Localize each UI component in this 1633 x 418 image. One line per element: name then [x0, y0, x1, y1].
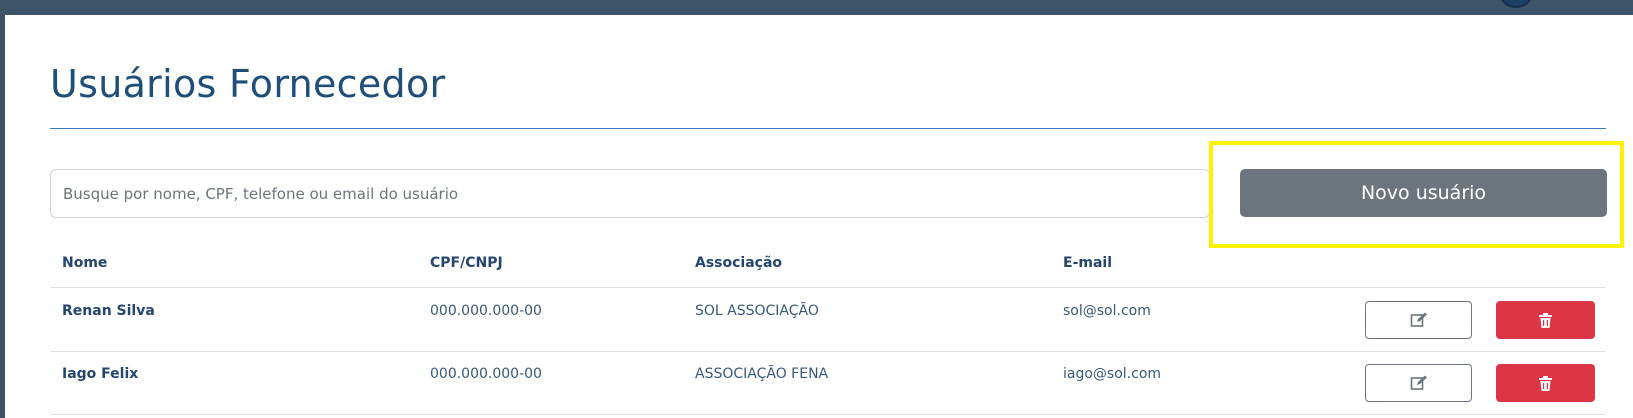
edit-button[interactable]	[1365, 301, 1472, 339]
column-header-name: Nome	[62, 255, 108, 271]
column-header-document: CPF/CNPJ	[430, 255, 503, 271]
delete-button[interactable]	[1496, 301, 1595, 339]
column-header-email: E-mail	[1063, 255, 1113, 271]
cell-email: iago@sol.com	[1063, 366, 1162, 382]
column-header-association: Associação	[695, 255, 783, 271]
cell-email: sol@sol.com	[1063, 303, 1151, 319]
cell-name: Iago Felix	[62, 366, 139, 382]
cell-document: 000.000.000-00	[430, 303, 542, 319]
delete-button[interactable]	[1496, 364, 1595, 402]
edit-icon	[1410, 375, 1427, 390]
edit-icon	[1410, 312, 1427, 327]
cell-association: SOL ASSOCIAÇÃO	[695, 303, 819, 319]
row-divider	[50, 414, 1606, 415]
header-divider	[50, 287, 1606, 288]
row-divider	[50, 351, 1606, 352]
cell-association: ASSOCIAÇÃO FENA	[695, 366, 829, 382]
search-input[interactable]	[50, 169, 1210, 218]
page-title: Usuários Fornecedor	[50, 62, 446, 106]
user-avatar[interactable]	[1498, 0, 1534, 8]
trash-icon	[1539, 375, 1552, 391]
cell-name: Renan Silva	[62, 303, 155, 319]
title-divider	[50, 128, 1606, 129]
new-user-button[interactable]: Novo usuário	[1240, 169, 1607, 217]
top-navbar	[0, 0, 1633, 15]
trash-icon	[1539, 312, 1552, 328]
edit-button[interactable]	[1365, 364, 1472, 402]
cell-document: 000.000.000-00	[430, 366, 542, 382]
